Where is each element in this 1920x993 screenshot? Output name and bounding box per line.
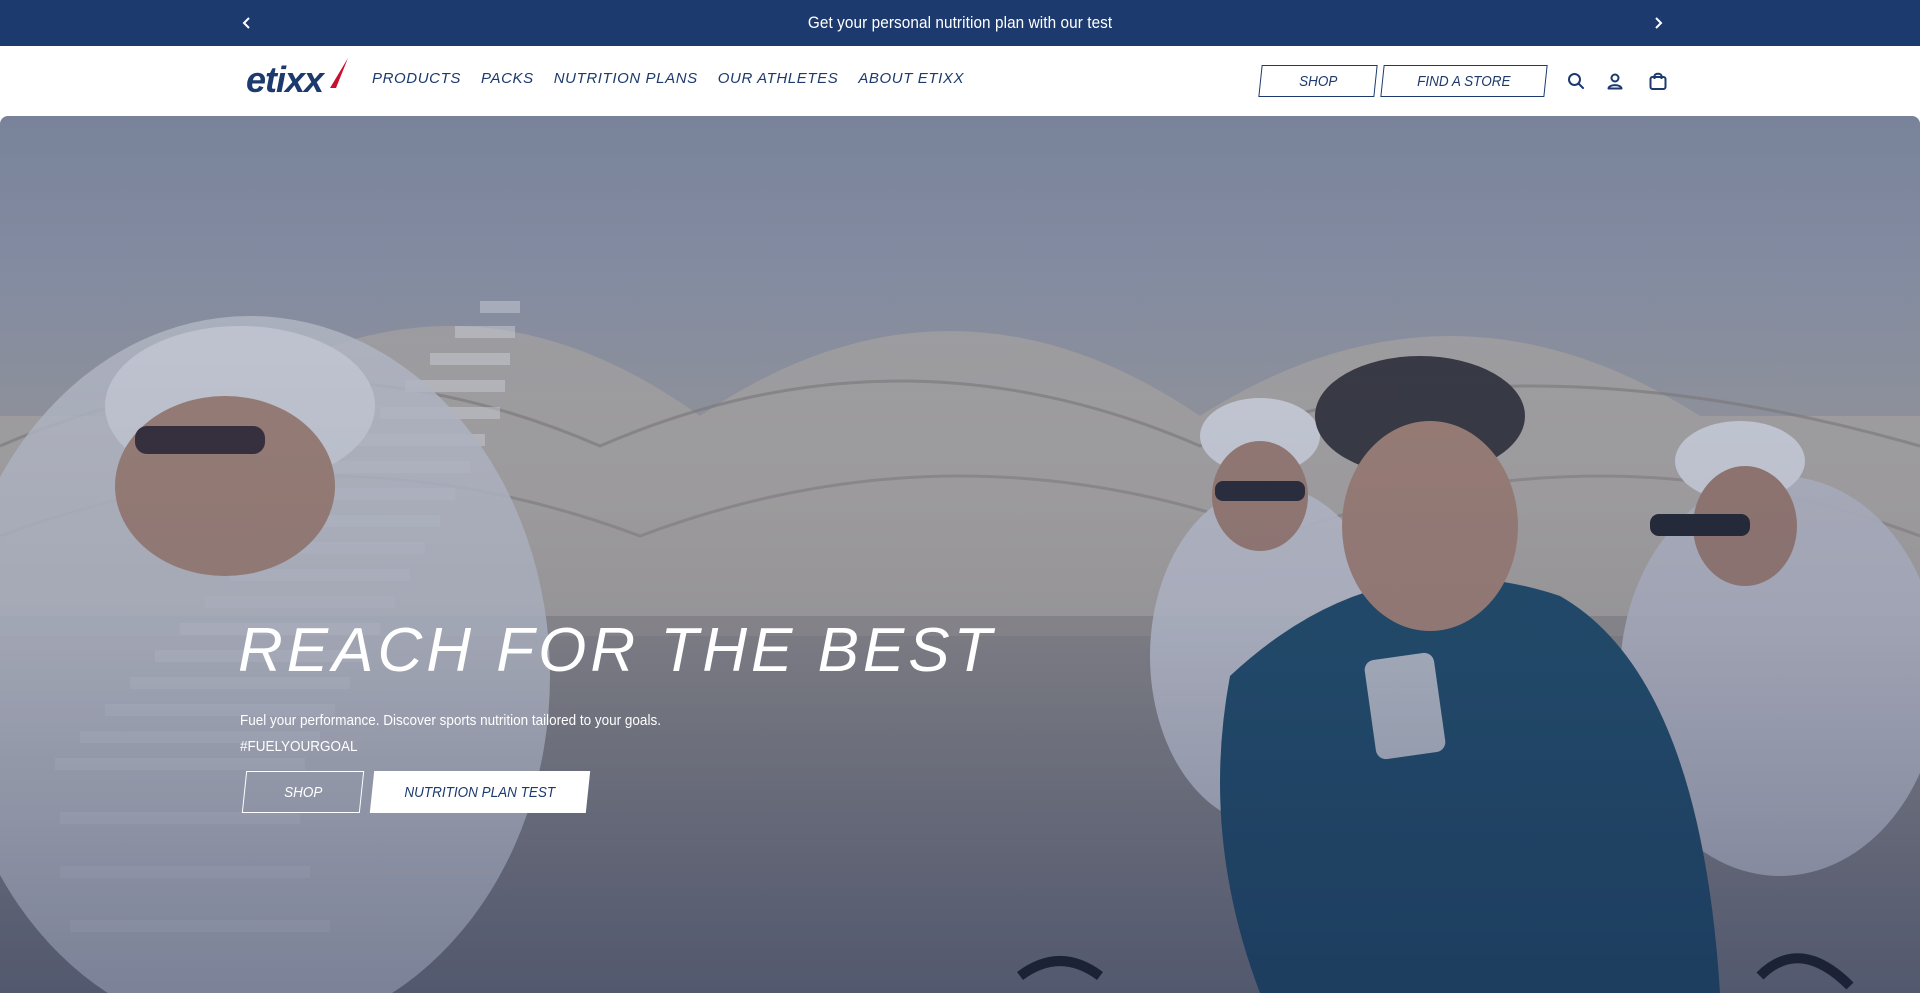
hero-overlay (0, 116, 1920, 993)
hero-shop-button[interactable]: SHOP (244, 771, 362, 813)
nav-our-athletes[interactable]: OUR ATHLETES (718, 70, 839, 87)
chevron-left-icon (242, 17, 250, 29)
nav-products[interactable]: PRODUCTS (372, 70, 461, 87)
header-shop-label: SHOP (1298, 72, 1338, 90)
nav-nutrition-plans[interactable]: NUTRITION PLANS (554, 70, 698, 87)
nutrition-plan-test-button[interactable]: NUTRITION PLAN TEST (372, 771, 588, 813)
hero-banner (0, 116, 1920, 993)
announcement-prev-button[interactable] (232, 0, 262, 46)
account-button[interactable] (1603, 69, 1627, 93)
nutrition-plan-test-label: NUTRITION PLAN TEST (404, 783, 556, 801)
find-a-store-button[interactable]: FIND A STORE (1382, 65, 1546, 97)
hero-subtitle: Fuel your performance. Discover sports n… (240, 712, 661, 729)
announcement-text[interactable]: Get your personal nutrition plan with ou… (808, 13, 1112, 33)
find-a-store-label: FIND A STORE (1417, 72, 1511, 90)
site-header: etixx PRODUCTS PACKS NUTRITION PLANS OUR… (0, 46, 1920, 116)
nav-about-etixx[interactable]: ABOUT ETIXX (858, 70, 964, 87)
search-icon (1568, 73, 1584, 89)
logo-wordmark: etixx (246, 59, 324, 100)
nav-packs[interactable]: PACKS (481, 70, 534, 87)
hero-title: REACH FOR THE BEST (238, 616, 996, 685)
cart-button[interactable] (1646, 69, 1670, 93)
announcement-next-button[interactable] (1643, 0, 1673, 46)
header-shop-button[interactable]: SHOP (1260, 65, 1376, 97)
hero-shop-label: SHOP (283, 783, 323, 801)
account-icon (1607, 73, 1623, 90)
chevron-right-icon (1655, 17, 1663, 29)
search-button[interactable] (1564, 69, 1588, 93)
main-nav: PRODUCTS PACKS NUTRITION PLANS OUR ATHLE… (372, 46, 964, 110)
logo-swoosh-icon (330, 58, 348, 88)
cart-icon (1649, 72, 1667, 90)
announcement-bar: Get your personal nutrition plan with ou… (0, 0, 1920, 46)
hero-hashtag: #FUELYOURGOAL (240, 738, 358, 755)
etixx-logo[interactable]: etixx (246, 56, 352, 100)
